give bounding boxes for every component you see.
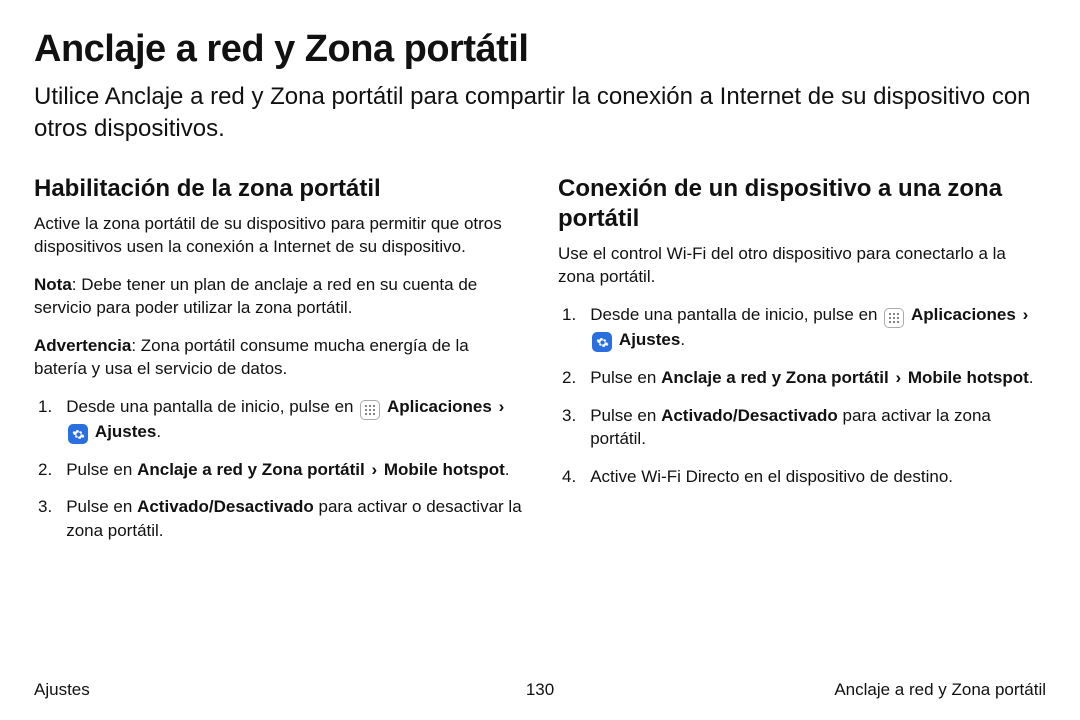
step-body: Pulse en Anclaje a red y Zona portátil ›… xyxy=(590,366,1046,389)
step-body: Pulse en Anclaje a red y Zona portátil ›… xyxy=(66,458,522,481)
left-heading: Habilitación de la zona portátil xyxy=(34,174,522,204)
chevron-right-icon: › xyxy=(369,460,379,479)
step-number: 4. xyxy=(558,465,576,488)
warning-paragraph: Advertencia: Zona portátil consume mucha… xyxy=(34,334,522,381)
footer-right: Anclaje a red y Zona portátil xyxy=(834,680,1046,700)
left-step-3: 3. Pulse en Activado/Desactivado para ac… xyxy=(34,495,522,542)
note-text: : Debe tener un plan de anclaje a red en… xyxy=(34,275,477,317)
right-column: Conexión de un dispositivo a una zona po… xyxy=(558,174,1046,557)
step-text: Active Wi-Fi Directo en el dispositivo d… xyxy=(590,467,953,486)
step-body: Desde una pantalla de inicio, pulse en A… xyxy=(66,395,522,445)
step-bold: Mobile hotspot xyxy=(384,460,505,479)
page-footer: Ajustes 130 Anclaje a red y Zona portáti… xyxy=(34,680,1046,700)
step-body: Desde una pantalla de inicio, pulse en A… xyxy=(590,303,1046,353)
right-step-3: 3. Pulse en Activado/Desactivado para ac… xyxy=(558,404,1046,451)
step-text: Pulse en xyxy=(590,406,661,425)
step-number: 3. xyxy=(558,404,576,451)
chevron-right-icon: › xyxy=(1021,305,1031,324)
note-label: Nota xyxy=(34,275,72,294)
gear-icon xyxy=(68,424,88,444)
step-text: Pulse en xyxy=(66,497,137,516)
left-column: Habilitación de la zona portátil Active … xyxy=(34,174,522,557)
apps-icon xyxy=(884,308,904,328)
two-column-layout: Habilitación de la zona portátil Active … xyxy=(34,174,1046,557)
apps-label: Aplicaciones xyxy=(911,305,1016,324)
step-bold: Anclaje a red y Zona portátil xyxy=(661,368,889,387)
footer-left: Ajustes xyxy=(34,680,90,700)
left-step-2: 2. Pulse en Anclaje a red y Zona portáti… xyxy=(34,458,522,481)
apps-label: Aplicaciones xyxy=(387,397,492,416)
right-step-2: 2. Pulse en Anclaje a red y Zona portáti… xyxy=(558,366,1046,389)
step-bold: Activado/Desactivado xyxy=(661,406,838,425)
step-text: Pulse en xyxy=(66,460,137,479)
intro-paragraph: Utilice Anclaje a red y Zona portátil pa… xyxy=(34,81,1034,146)
step-number: 1. xyxy=(558,303,576,353)
step-body: Pulse en Activado/Desactivado para activ… xyxy=(590,404,1046,451)
apps-icon xyxy=(360,400,380,420)
chevron-right-icon: › xyxy=(893,368,903,387)
settings-label: Ajustes xyxy=(95,422,156,441)
note-paragraph: Nota: Debe tener un plan de anclaje a re… xyxy=(34,273,522,320)
step-body: Active Wi-Fi Directo en el dispositivo d… xyxy=(590,465,1046,488)
step-number: 3. xyxy=(34,495,52,542)
step-text: Desde una pantalla de inicio, pulse en xyxy=(590,305,882,324)
left-intro: Active la zona portátil de su dispositiv… xyxy=(34,212,522,259)
step-text: Desde una pantalla de inicio, pulse en xyxy=(66,397,358,416)
step-bold: Activado/Desactivado xyxy=(137,497,314,516)
step-body: Pulse en Activado/Desactivado para activ… xyxy=(66,495,522,542)
right-step-4: 4. Active Wi-Fi Directo en el dispositiv… xyxy=(558,465,1046,488)
step-text: Pulse en xyxy=(590,368,661,387)
settings-label: Ajustes xyxy=(619,330,680,349)
chevron-right-icon: › xyxy=(497,397,507,416)
page-title: Anclaje a red y Zona portátil xyxy=(34,28,1046,71)
gear-icon xyxy=(592,332,612,352)
step-bold: Anclaje a red y Zona portátil xyxy=(137,460,365,479)
footer-page-number: 130 xyxy=(526,680,554,700)
right-step-1: 1. Desde una pantalla de inicio, pulse e… xyxy=(558,303,1046,353)
step-bold: Mobile hotspot xyxy=(908,368,1029,387)
step-number: 2. xyxy=(34,458,52,481)
step-number: 2. xyxy=(558,366,576,389)
left-step-1: 1. Desde una pantalla de inicio, pulse e… xyxy=(34,395,522,445)
step-number: 1. xyxy=(34,395,52,445)
right-intro: Use el control Wi-Fi del otro dispositiv… xyxy=(558,242,1046,289)
warning-label: Advertencia xyxy=(34,336,131,355)
right-heading: Conexión de un dispositivo a una zona po… xyxy=(558,174,1046,234)
